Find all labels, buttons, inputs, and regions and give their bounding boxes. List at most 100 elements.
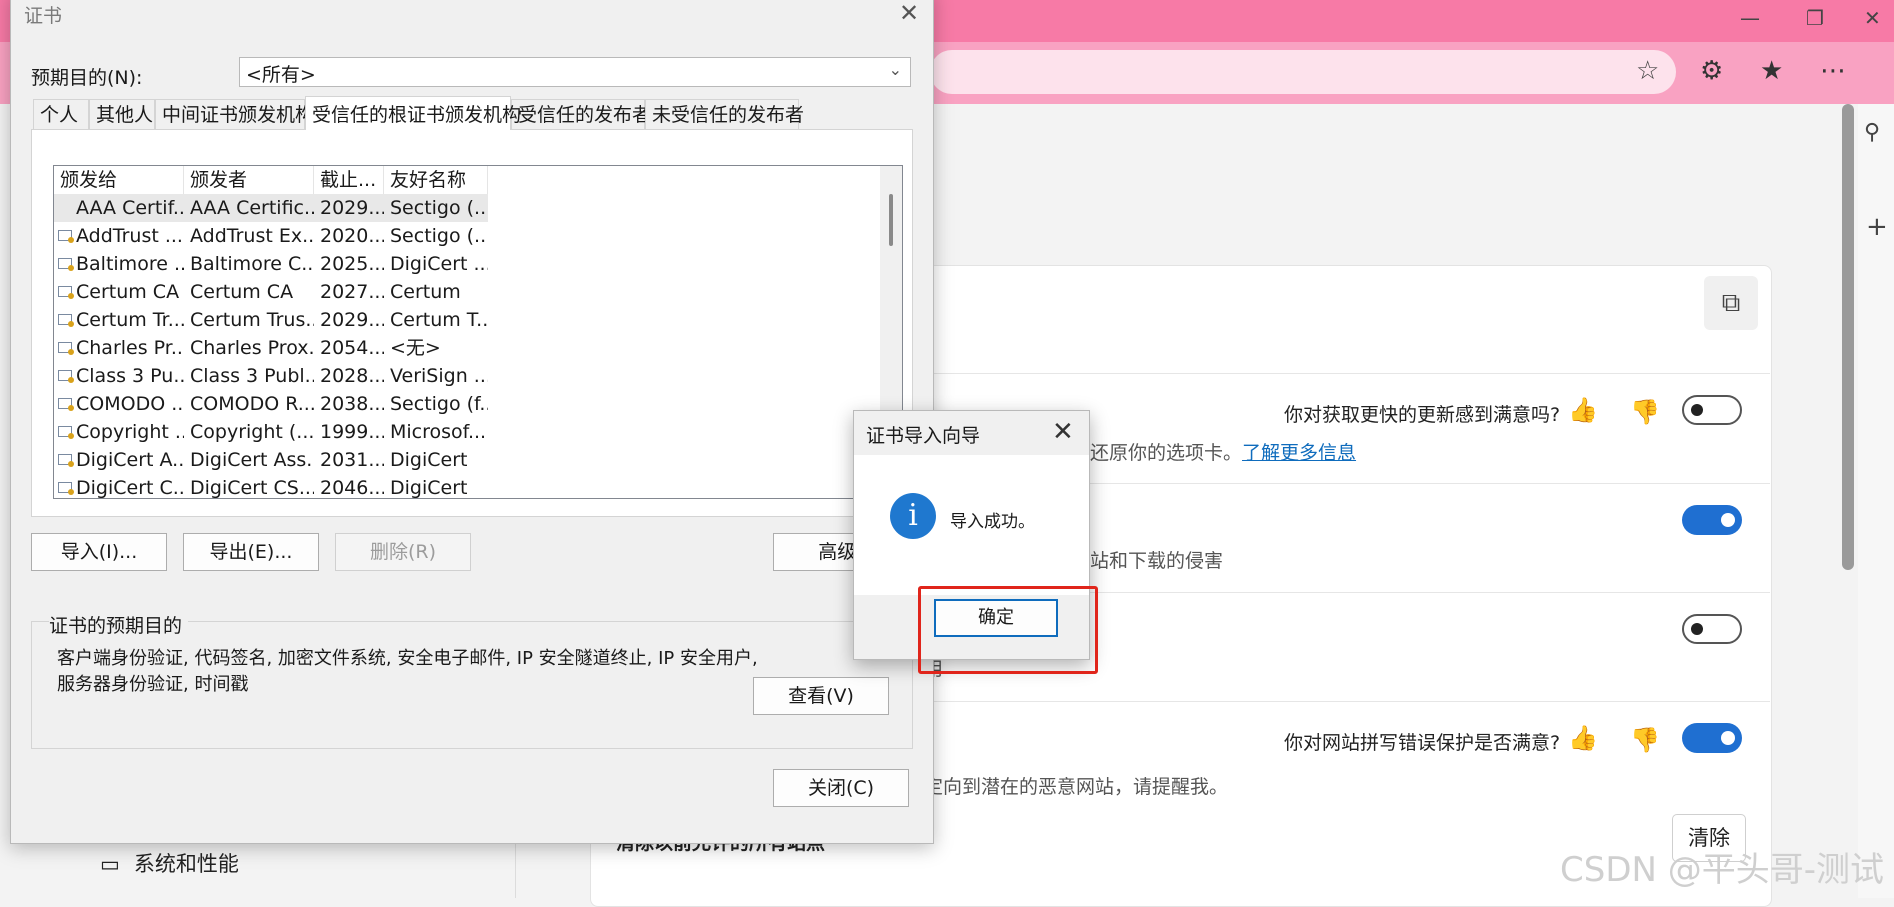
table-cell: DigiCert A... [76,449,184,471]
table-cell: Certum T... [390,309,488,331]
table-row[interactable]: Baltimore ... Baltimore C... 2025... DigiCe… [54,250,902,278]
wizard-title: 证书导入向导 [866,425,981,447]
table-cell: DigiCert ... [390,253,488,275]
table-cell: COMODO ... [76,393,184,415]
table-cell: Sectigo (... [384,194,488,222]
page-scrollbar[interactable] [1842,104,1854,570]
thumbs-up-icon[interactable]: 👍 [1568,724,1598,752]
feedback-question: 你对获取更快的更新感到满意吗? [1284,404,1561,426]
table-row[interactable]: Certum CA Certum CA 2027... Certum [54,278,902,306]
column-friendly-name[interactable]: 友好名称 [384,166,488,194]
table-cell: 2038... [320,393,384,415]
table-cell: 2054... [320,337,384,359]
add-icon[interactable]: + [1866,212,1888,242]
table-cell: 2029... [314,194,384,222]
thumbs-down-icon[interactable]: 👎 [1630,726,1660,754]
toggle-faster-updates[interactable] [1682,395,1742,425]
table-cell: Class 3 Pu... [76,365,184,387]
close-window-icon[interactable]: ✕ [1864,6,1881,30]
table-cell: Certum CA [190,281,294,303]
scrollbar-thumb[interactable] [889,194,893,246]
purpose-value: <所有> [246,64,316,86]
table-cell: Certum Tr... [76,309,184,331]
column-expiration[interactable]: 截止... [314,166,384,194]
table-cell: Certum CA [76,281,180,303]
restore-icon[interactable]: ❐ [1806,6,1824,30]
purpose-select[interactable]: <所有> ⌄ [239,57,911,87]
open-external-icon[interactable]: ⧉ [1704,276,1758,330]
table-cell: AAA Certific... [184,194,314,222]
group-label: 证书的预期目的 [49,611,189,638]
table-cell: Sectigo (... [390,225,488,247]
export-button[interactable]: 导出(E)... [183,533,319,571]
laptop-icon: ▭ [100,852,120,876]
close-icon[interactable]: ✕ [1052,417,1074,447]
setting-desc: 还原你的选项卡。了解更多信息 [1090,438,1356,465]
table-cell: DigiCert [390,449,468,471]
address-bar[interactable]: ☆ [930,50,1676,94]
tab-trusted-publishers[interactable]: 受信任的发布者 [511,99,651,129]
table-row[interactable]: Certum Tr... Certum Trus... 2029... Certum … [54,306,902,334]
table-cell: DigiCert Ass... [190,449,314,471]
learn-more-link[interactable]: 了解更多信息 [1242,442,1356,464]
thumbs-down-icon[interactable]: 👎 [1630,398,1660,426]
close-button[interactable]: 关闭(C) [773,769,909,807]
toggle-setting-3[interactable] [1682,614,1742,644]
thumbs-up-icon[interactable]: 👍 [1568,396,1598,424]
certificates-dialog: 证书 ✕ 预期目的(N): <所有> ⌄ 个人 其他人 中间证书颁发机构 受信任… [10,0,934,844]
table-row[interactable]: AddTrust ... AddTrust Ex... 2020... Sectigo… [54,222,902,250]
import-button[interactable]: 导入(I)... [31,533,167,571]
table-cell: 2046... [320,477,384,499]
toggle-protection[interactable] [1682,505,1742,535]
table-cell: Baltimore C... [190,253,314,275]
favorites-icon[interactable]: ★ [1760,56,1783,86]
table-row[interactable]: Class 3 Pu... Class 3 Publ... 2028... VeriS… [54,362,902,390]
table-cell: 1999... [320,421,384,443]
remove-button[interactable]: 删除(R) [335,533,471,571]
table-row[interactable]: Copyright ... Copyright (... 1999... Micros… [54,418,902,446]
table-cell: AAA Certif... [54,194,184,222]
highlight-annotation [918,586,1098,674]
table-row[interactable]: DigiCert A... DigiCert Ass... 2031... DigiC… [54,446,902,474]
table-cell: Certum Trus... [190,309,314,331]
tab-personal[interactable]: 个人 [33,99,89,129]
toggle-typo-protection[interactable] [1682,723,1742,753]
watermark: CSDN @平头哥-测试 [1560,850,1885,890]
favorite-star-icon[interactable]: ☆ [1636,56,1659,86]
column-issued-by[interactable]: 颁发者 [184,166,314,194]
search-icon[interactable]: ⚲ [1864,120,1880,145]
list-header: 颁发给 颁发者 截止... 友好名称 [54,166,902,194]
table-cell: Microsof... [390,421,487,443]
purpose-label: 预期目的(N): [31,67,143,89]
dialog-title: 证书 [24,5,63,27]
sidebar-item-system[interactable]: ▭ 系统和性能 [100,848,239,878]
table-cell: 2031... [320,449,384,471]
tab-trusted-root-ca[interactable]: 受信任的根证书颁发机构 [305,96,521,130]
chevron-down-icon: ⌄ [888,60,902,79]
table-row[interactable]: DigiCert C... DigiCert CS... 2046... DigiCe… [54,474,902,499]
table-cell: DigiCert [390,477,468,499]
minimize-icon[interactable]: — [1740,6,1760,30]
table-cell: Class 3 Publ... [190,365,314,387]
table-cell: Charles Prox... [190,337,314,359]
table-row[interactable]: AAA Certif... AAA Certific... 2029... Secti… [54,194,902,222]
table-cell: AddTrust ... [76,225,183,247]
table-cell: Sectigo (f... [390,393,488,415]
tab-others[interactable]: 其他人 [89,99,155,129]
table-cell: AddTrust Ex... [190,225,314,247]
tab-untrusted-publishers[interactable]: 未受信任的发布者 [645,99,804,129]
view-button[interactable]: 查看(V) [753,677,889,715]
table-cell: Charles Pr... [76,337,184,359]
table-row[interactable]: Charles Pr... Charles Prox... 2054... <无> [54,334,902,362]
extensions-icon[interactable]: ⚙ [1700,56,1723,86]
info-icon: i [890,493,936,539]
more-menu-icon[interactable]: ⋯ [1820,56,1846,86]
certificate-list[interactable]: 颁发给 颁发者 截止... 友好名称 AAA Certif... AAA Cert… [53,165,903,499]
table-cell: Copyright (... [190,421,314,443]
column-issued-to[interactable]: 颁发给 [54,166,184,194]
tab-intermediate-ca[interactable]: 中间证书颁发机构 [155,99,314,129]
close-icon[interactable]: ✕ [899,0,919,27]
table-cell: Certum [390,281,461,303]
table-row[interactable]: COMODO ... COMODO R... 2038... Sectigo (f..… [54,390,902,418]
table-cell: DigiCert C... [76,477,184,499]
